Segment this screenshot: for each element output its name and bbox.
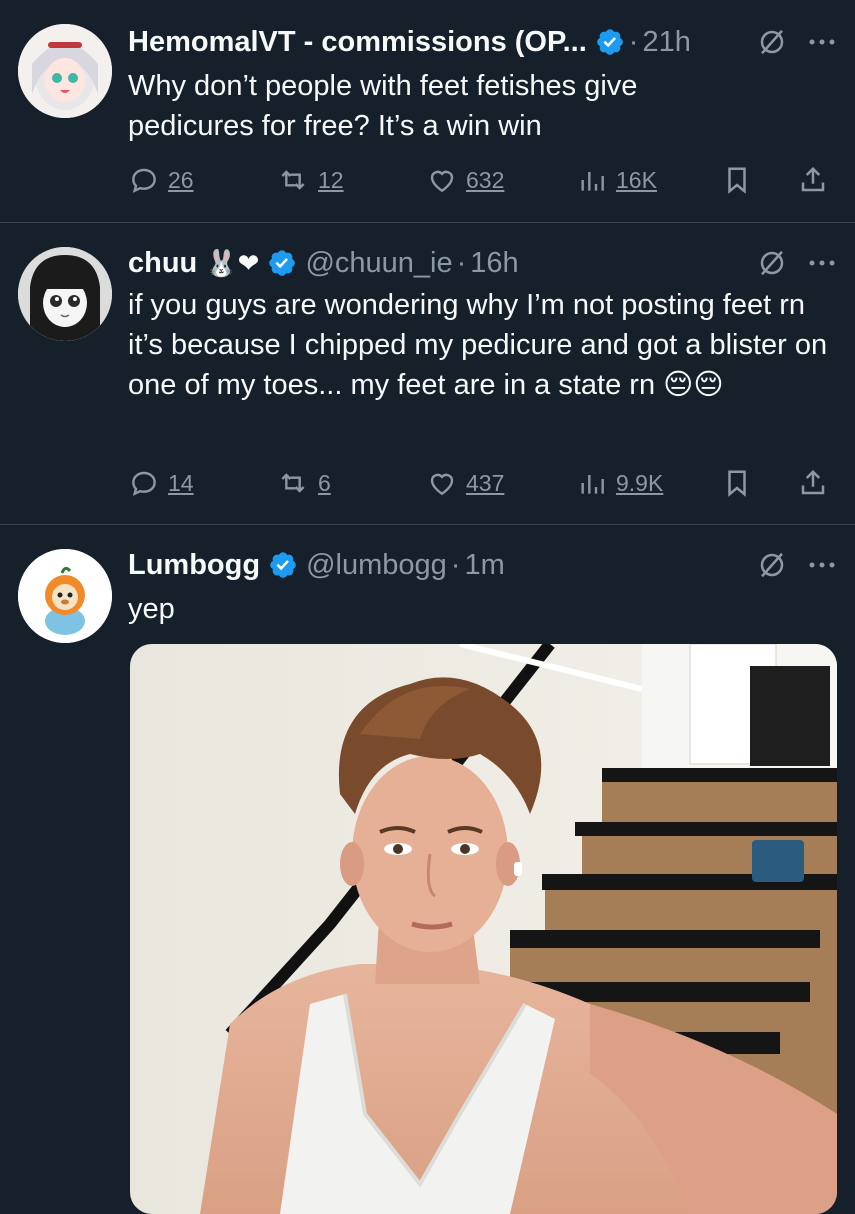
timestamp[interactable]: 16h: [470, 247, 518, 280]
views-count: 16K: [616, 166, 657, 193]
bookmark-icon: [728, 470, 746, 497]
views-button[interactable]: 9.9K: [576, 465, 663, 501]
display-name[interactable]: Lumbogg: [128, 549, 260, 582]
views-button[interactable]: 16K: [576, 162, 657, 198]
bookmark-button[interactable]: [722, 465, 752, 501]
views-count: 9.9K: [616, 469, 664, 496]
avatar-hemomal[interactable]: [18, 24, 112, 118]
share-icon: [801, 469, 825, 495]
separator-dot: ·: [456, 246, 467, 279]
name-emoji: 🐰❤: [205, 247, 260, 278]
share-button[interactable]: [798, 465, 828, 501]
tweet-text: Why don’t people with feet fetishes give…: [128, 70, 638, 142]
grok-icon[interactable]: [757, 248, 787, 278]
reply-count: 14: [168, 469, 194, 496]
like-count: 632: [466, 166, 505, 193]
grok-icon[interactable]: [757, 27, 787, 57]
tweet-header: Lumbogg @lumbogg · 1m: [128, 545, 835, 585]
display-name[interactable]: HemomalVT - commissions (OP...: [128, 26, 587, 59]
repost-button[interactable]: 12: [276, 162, 344, 198]
reply-button[interactable]: 14: [128, 465, 194, 501]
more-icon[interactable]: [809, 38, 835, 46]
verified-badge-icon: [269, 250, 296, 276]
header-actions: [757, 545, 835, 585]
reply-button[interactable]: 26: [128, 162, 194, 198]
like-count: 437: [466, 469, 505, 496]
verified-badge-icon: [596, 29, 623, 55]
tweet-header: HemomalVT - commissions (OP... · 21h: [128, 22, 835, 62]
user-handle[interactable]: @chuun_ie: [305, 247, 452, 280]
reply-count: 26: [168, 166, 194, 193]
repost-icon: [281, 473, 305, 493]
views-icon: [581, 475, 604, 494]
tweet-text: yep: [128, 593, 175, 625]
repost-count: 6: [318, 469, 331, 496]
avatar-chuu[interactable]: [18, 247, 112, 341]
bookmark-icon: [728, 167, 746, 194]
tweet-media-photo[interactable]: [130, 644, 837, 1214]
repost-icon: [281, 170, 305, 190]
reply-icon: [132, 471, 156, 496]
action-bar: 14 6 437 9.9K: [128, 465, 837, 501]
share-button[interactable]: [798, 162, 828, 198]
action-bar: 26 12 632 16K: [128, 162, 837, 198]
reply-icon: [132, 168, 156, 193]
tweet-2[interactable]: chuu 🐰❤ @chuun_ie · 16h if you guys are …: [0, 223, 855, 524]
like-button[interactable]: 632: [426, 162, 504, 198]
tweet-text-block: if you guys are wondering why I’m not po…: [128, 285, 837, 405]
views-icon: [581, 172, 604, 191]
header-actions: [757, 22, 835, 62]
repost-button[interactable]: 6: [276, 465, 331, 501]
verified-badge-icon: [270, 552, 296, 578]
more-icon[interactable]: [809, 561, 835, 569]
heart-icon: [430, 473, 454, 496]
like-button[interactable]: 437: [426, 465, 504, 501]
display-name[interactable]: chuu: [128, 247, 197, 280]
header-actions: [757, 243, 835, 283]
bookmark-button[interactable]: [722, 162, 752, 198]
avatar-lumbogg[interactable]: [18, 549, 112, 643]
separator-dot: ·: [628, 25, 639, 58]
user-handle[interactable]: @lumbogg: [306, 549, 447, 582]
timestamp[interactable]: 1m: [464, 549, 504, 582]
text-emoji: 😔😔: [663, 369, 724, 401]
grok-icon[interactable]: [757, 550, 787, 580]
tweet-1[interactable]: HemomalVT - commissions (OP... · 21h Why…: [0, 0, 855, 222]
more-icon[interactable]: [809, 259, 835, 267]
separator-dot: ·: [450, 548, 461, 581]
heart-icon: [430, 170, 454, 193]
repost-count: 12: [318, 166, 344, 193]
tweet-header: chuu 🐰❤ @chuun_ie · 16h: [128, 243, 835, 283]
share-icon: [801, 166, 825, 192]
timestamp[interactable]: 21h: [642, 26, 690, 59]
